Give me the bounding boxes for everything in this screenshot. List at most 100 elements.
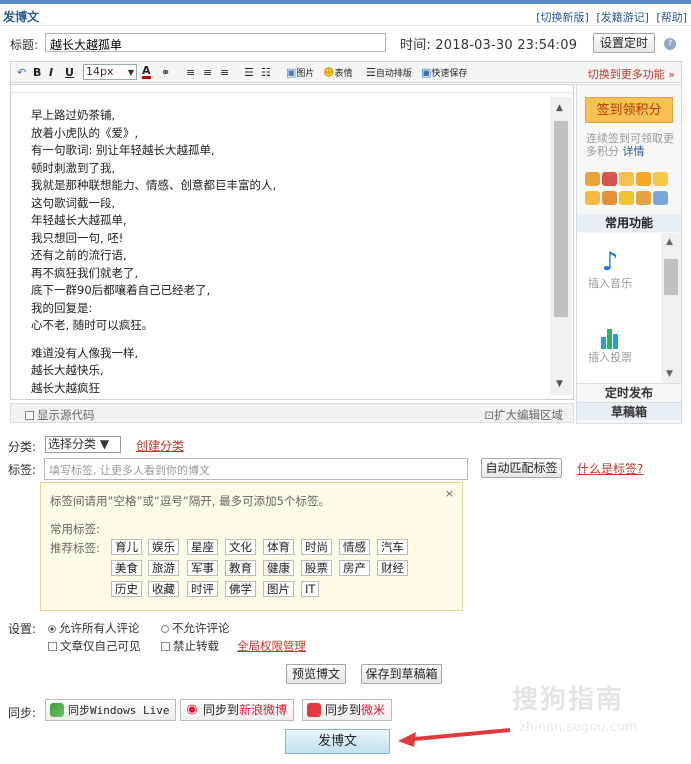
create-category-link[interactable]: 创建分类: [136, 437, 184, 454]
italic-icon[interactable]: I: [49, 66, 53, 79]
editor-line: 心不老, 随时可以疯狂。: [31, 318, 154, 332]
scheduled-publish-button[interactable]: 定时发布: [577, 383, 681, 401]
scroll-thumb[interactable]: [664, 259, 678, 295]
global-permission-link[interactable]: 全局权限管理: [237, 638, 306, 654]
emoticon-icon[interactable]: [602, 172, 617, 186]
tag-item[interactable]: 育儿: [111, 539, 142, 555]
tag-item[interactable]: 汽车: [377, 539, 408, 555]
image-button[interactable]: ▣图片: [286, 66, 314, 79]
editor-area[interactable]: 早上路过奶茶铺, 放着小虎队的《爱》, 有一句歌词: 别让年轻越长大越孤单, 顿…: [10, 84, 574, 400]
tag-item[interactable]: 情感: [339, 539, 370, 555]
switch-new-version-link[interactable]: [切换新版]: [536, 11, 589, 24]
font-color-icon[interactable]: A: [142, 65, 151, 79]
scroll-up-icon[interactable]: ▲: [666, 237, 673, 247]
tag-item[interactable]: 旅游: [148, 560, 179, 576]
tag-item[interactable]: 教育: [225, 560, 256, 576]
radio[interactable]: [161, 625, 169, 633]
align-center-icon[interactable]: ≡: [203, 66, 212, 79]
emoticon-icon[interactable]: [653, 172, 668, 186]
scroll-up-icon[interactable]: ▲: [556, 103, 563, 113]
checkbox[interactable]: [48, 642, 57, 651]
save-draft-button[interactable]: 保存到草稿箱: [361, 664, 442, 684]
undo-icon[interactable]: ↶: [17, 66, 26, 79]
emoticon-icon[interactable]: [602, 191, 617, 205]
category-select[interactable]: 选择分类 ▼: [45, 436, 121, 453]
underline-icon[interactable]: U: [65, 66, 74, 79]
publish-button[interactable]: 发博文: [285, 729, 390, 754]
sync-weimi-button[interactable]: 同步到微米: [302, 699, 393, 721]
tag-item[interactable]: 图片: [263, 581, 294, 597]
bold-icon[interactable]: B: [33, 66, 41, 79]
emotion-button[interactable]: ☻表情: [323, 66, 352, 79]
tag-item[interactable]: 房产: [339, 560, 370, 576]
tag-item[interactable]: 股票: [301, 560, 332, 576]
title-input[interactable]: 越长大越孤单: [45, 33, 386, 52]
insert-music-button[interactable]: ♪ 插入音乐: [585, 247, 635, 290]
checkbox[interactable]: [25, 411, 34, 420]
emoticon-icon[interactable]: [619, 191, 634, 205]
link-icon[interactable]: ⚭: [161, 66, 170, 79]
scroll-down-icon[interactable]: ▼: [666, 369, 673, 379]
font-size-select[interactable]: 14px ▼: [83, 64, 137, 80]
emoticon-icon[interactable]: [653, 191, 668, 205]
self-only-option[interactable]: 文章仅自己可见: [48, 638, 141, 654]
emoticon-icon[interactable]: [585, 172, 600, 186]
tag-item[interactable]: 历史: [111, 581, 142, 597]
radio-selected[interactable]: [48, 625, 56, 633]
close-icon[interactable]: ×: [445, 487, 454, 500]
align-right-icon[interactable]: ≡: [220, 66, 229, 79]
editor-scrollbar[interactable]: ▲ ▼: [550, 97, 572, 395]
expand-editor-toggle[interactable]: ⊡扩大编辑区域: [484, 407, 563, 423]
tag-input[interactable]: 填写标签, 让更多人看到你的博文: [44, 458, 468, 480]
tag-item[interactable]: 佛学: [225, 581, 256, 597]
align-left-icon[interactable]: ≡: [186, 66, 195, 79]
sync-windows-live-button[interactable]: 同步Windows Live: [45, 699, 177, 721]
tag-item[interactable]: 体育: [263, 539, 294, 555]
editor-line: 我只想回一句, 呸!: [31, 230, 124, 245]
emoticon-icon[interactable]: [619, 172, 634, 186]
set-timer-button[interactable]: 设置定时: [593, 33, 655, 53]
tag-hint: 标签间请用“空格”或“逗号”隔开, 最多可添加5个标签。: [50, 494, 330, 508]
tag-item[interactable]: 健康: [263, 560, 294, 576]
scroll-down-icon[interactable]: ▼: [556, 379, 563, 389]
tag-item[interactable]: 文化: [225, 539, 256, 555]
details-link[interactable]: 详情: [623, 145, 645, 158]
emoticon-icon[interactable]: [636, 172, 651, 186]
side-scrollbar[interactable]: ▲ ▼: [661, 233, 681, 383]
no-repost-option[interactable]: 禁止转载: [161, 638, 219, 654]
auto-match-tags-button[interactable]: 自动匹配标签: [481, 458, 562, 478]
tag-item[interactable]: 军事: [187, 560, 218, 576]
more-functions-link[interactable]: 切换到更多功能 »: [588, 66, 675, 82]
checkbox[interactable]: [161, 642, 170, 651]
emoticon-icon[interactable]: [636, 191, 651, 205]
tag-item[interactable]: 美食: [111, 560, 142, 576]
tag-item[interactable]: 娱乐: [148, 539, 179, 555]
autoformat-button[interactable]: ☰自动排版: [366, 66, 412, 79]
music-note-icon: ♪: [601, 247, 619, 277]
bullet-list-icon[interactable]: ☰: [244, 66, 254, 79]
help-icon[interactable]: ?: [664, 38, 676, 50]
insert-vote-button[interactable]: 插入投票: [585, 325, 635, 364]
scroll-thumb[interactable]: [554, 121, 568, 317]
disallow-comments-option[interactable]: 不允许评论: [161, 620, 230, 636]
allow-all-comments-option[interactable]: 允许所有人评论: [48, 620, 140, 636]
tag-item[interactable]: 星座: [187, 539, 218, 555]
drafts-button[interactable]: 草稿箱: [577, 402, 681, 420]
checkin-button[interactable]: 签到领积分: [585, 97, 673, 123]
editor-content[interactable]: 早上路过奶茶铺, 放着小虎队的《爱》, 有一句歌词: 别让年轻越长大越孤单, 顿…: [31, 107, 551, 397]
tag-item[interactable]: 财经: [377, 560, 408, 576]
tag-item[interactable]: 收藏: [148, 581, 179, 597]
sync-weibo-button[interactable]: ◉ 同步到新浪微博: [180, 699, 295, 721]
show-source-toggle[interactable]: 显示源代码: [25, 407, 95, 423]
what-is-tag-link[interactable]: 什么是标签?: [577, 460, 643, 477]
tag-item[interactable]: IT: [301, 581, 320, 597]
tag-item[interactable]: 时评: [187, 581, 218, 597]
preview-button[interactable]: 预览博文: [286, 664, 346, 684]
number-list-icon[interactable]: ☷: [261, 66, 271, 79]
help-link[interactable]: [帮助]: [656, 11, 687, 24]
travel-notes-link[interactable]: [发籍游记]: [596, 11, 649, 24]
quicksave-button[interactable]: ▣快速保存: [421, 66, 467, 79]
emoticon-icon[interactable]: [585, 191, 600, 205]
tag-item[interactable]: 时尚: [301, 539, 332, 555]
